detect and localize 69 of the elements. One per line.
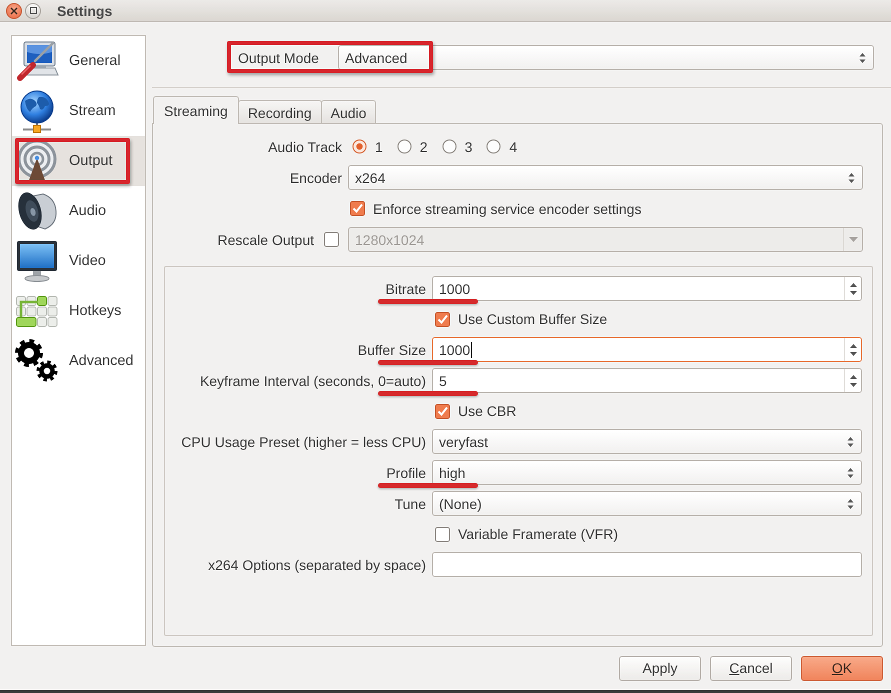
dropdown[interactable]: high (432, 460, 862, 485)
field-label: CPU Usage Preset (higher = less CPU) (181, 434, 426, 450)
field-label: x264 Options (separated by space) (208, 556, 426, 572)
tab[interactable]: Audio (320, 100, 376, 124)
monitor-icon (15, 239, 59, 283)
checkbox[interactable] (435, 404, 450, 418)
checkbox-label[interactable]: Use CBR (458, 403, 516, 419)
field-label: Buffer Size (358, 342, 426, 358)
down-arrow-icon[interactable] (850, 382, 856, 386)
down-arrow-icon (848, 237, 858, 242)
updown-arrows-icon (848, 172, 855, 184)
gears-icon (15, 339, 59, 383)
close-icon (10, 6, 18, 14)
up-arrow-icon[interactable] (850, 374, 856, 378)
sidebar-item[interactable]: Video (12, 236, 145, 286)
down-arrow-icon[interactable] (850, 352, 856, 356)
radio-label[interactable]: 4 (509, 138, 518, 154)
monitor-screwdriver-icon (15, 39, 59, 83)
sidebar-item[interactable]: Stream (12, 86, 145, 136)
down-arrow-icon[interactable] (850, 290, 856, 294)
checkbox-label[interactable]: Variable Framerate (VFR) (458, 526, 618, 542)
tab[interactable]: Streaming (153, 96, 239, 124)
spin-box[interactable]: 1000 (432, 337, 862, 362)
input-field[interactable] (432, 552, 862, 577)
field-label: Output Mode (238, 50, 320, 66)
radio-button[interactable] (396, 139, 412, 154)
maximize-icon (30, 7, 36, 14)
updown-arrows-icon (847, 466, 854, 478)
radio-button[interactable] (486, 139, 502, 154)
dialog-button[interactable]: OK (801, 656, 883, 681)
sidebar-item[interactable]: Hotkeys (12, 286, 145, 336)
checkbox-label[interactable]: Use Custom Buffer Size (458, 311, 608, 327)
maximize-button[interactable] (25, 2, 41, 18)
radio-button[interactable] (442, 139, 457, 154)
sidebar-item[interactable]: Audio (12, 186, 145, 236)
updown-arrows-icon (847, 436, 854, 448)
spin-box[interactable]: 5 (432, 368, 862, 393)
updown-arrows-icon (847, 498, 854, 510)
updown-arrows-icon (859, 52, 866, 64)
field-label: Audio Track (268, 138, 342, 154)
spin-box[interactable]: 1000 (432, 276, 862, 301)
dropdown[interactable]: veryfast (432, 429, 862, 454)
sidebar-item[interactable]: Output (12, 136, 145, 186)
field-label: Keyframe Interval (seconds, 0=auto) (200, 372, 426, 388)
checkbox-label[interactable]: Enforce streaming service encoder settings (373, 200, 642, 216)
dropdown[interactable]: x264 (348, 165, 863, 190)
radio-label[interactable]: 2 (420, 138, 428, 154)
sidebar-item[interactable]: General (12, 36, 145, 86)
radio-button[interactable] (352, 139, 367, 154)
up-arrow-icon[interactable] (850, 282, 856, 286)
field-label: Bitrate (386, 280, 426, 296)
radio-label[interactable]: 3 (464, 138, 472, 154)
dialog-button[interactable]: Cancel (710, 656, 792, 681)
checkbox[interactable] (435, 526, 450, 542)
dialog-button[interactable]: Apply (619, 656, 701, 681)
radio-label[interactable]: 1 (375, 138, 383, 154)
dropdown[interactable]: (None) (432, 491, 862, 516)
field-label: Profile (386, 464, 426, 480)
checkbox[interactable] (350, 201, 365, 216)
up-arrow-icon[interactable] (850, 344, 856, 348)
field-label: Encoder (290, 170, 342, 186)
window-title: Settings (57, 2, 112, 18)
field-label: Tune (394, 496, 426, 512)
field-label: Rescale Output (218, 232, 314, 248)
tab[interactable]: Recording (238, 100, 322, 124)
checkbox[interactable] (435, 312, 450, 326)
close-button[interactable] (6, 2, 22, 18)
dropdown[interactable]: Advanced (338, 45, 874, 70)
sidebar-item[interactable]: Advanced (12, 336, 145, 386)
